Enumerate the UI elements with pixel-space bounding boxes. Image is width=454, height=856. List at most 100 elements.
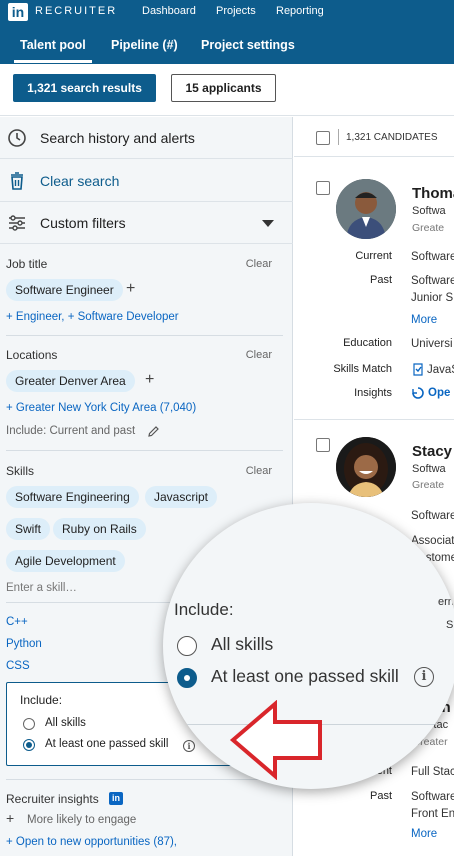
job-title-heading: Job title	[6, 257, 48, 271]
skills-clear[interactable]: Clear	[246, 465, 272, 477]
candidate-name[interactable]: Stacy	[412, 443, 452, 460]
magnified-info-icon[interactable]: i	[414, 667, 434, 687]
divider	[294, 419, 454, 420]
include-label: Include:	[20, 693, 63, 707]
linkedin-logo-icon[interactable]: in	[8, 3, 28, 21]
field-value: Software	[411, 791, 454, 803]
recruiter-screen: in RECRUITER Dashboard Projects Reportin…	[0, 0, 454, 856]
skill-pill[interactable]: Ruby on Rails	[53, 518, 146, 540]
tab-project-settings[interactable]: Project settings	[201, 38, 295, 52]
applicants-button[interactable]: 15 applicants	[171, 74, 276, 102]
field-value: Full Stac	[411, 766, 454, 778]
field-value: Junior S	[411, 292, 454, 304]
candidate-title: Softwa	[412, 205, 446, 217]
insight-value[interactable]: Ope	[428, 387, 450, 399]
skill-pill[interactable]: Software Engineering	[6, 486, 139, 508]
field-label: Skills Match	[333, 363, 392, 375]
field-value: Software	[411, 510, 454, 522]
avatar-photo	[336, 437, 396, 497]
caret-down-icon[interactable]	[262, 220, 274, 228]
magnified-partial-text: S	[446, 619, 454, 631]
tab-pipeline[interactable]: Pipeline (#)	[111, 38, 178, 52]
job-title-suggestions[interactable]: + Engineer, + Software Developer	[6, 311, 179, 323]
candidate-checkbox[interactable]	[316, 181, 330, 195]
divider	[338, 129, 339, 145]
results-bar: 1,321 search results 15 applicants	[0, 64, 454, 116]
magnified-all-skills[interactable]: All skills	[211, 634, 273, 655]
magnified-partial-text: u	[444, 543, 451, 555]
tab-talent-pool[interactable]: Talent pool	[20, 38, 86, 52]
skill-suggestion[interactable]: CSS	[6, 660, 30, 672]
job-title-clear[interactable]: Clear	[246, 258, 272, 270]
skill-pill[interactable]: Agile Development	[6, 550, 125, 572]
candidate-title: Softwa	[412, 463, 446, 475]
search-history-row[interactable]: Search history and alerts	[0, 117, 293, 159]
field-label: Insights	[354, 387, 392, 399]
at-least-one-label[interactable]: At least one passed skill	[45, 738, 168, 750]
radio-all-skills[interactable]	[23, 718, 35, 730]
candidate-count: 1,321 CANDIDATES	[346, 132, 438, 143]
clear-search-row[interactable]: Clear search	[0, 160, 293, 202]
job-title-pill[interactable]: Software Engineer	[6, 279, 123, 301]
field-value: Front En	[411, 808, 454, 820]
avatar[interactable]	[336, 437, 396, 497]
pencil-icon[interactable]	[147, 425, 160, 438]
candidate-location: Greate	[412, 222, 445, 234]
divider	[6, 335, 283, 336]
field-label: Past	[369, 790, 392, 802]
more-link[interactable]: More	[411, 314, 437, 326]
location-include-text[interactable]: Include: Current and past	[6, 425, 135, 437]
search-results-button[interactable]: 1,321 search results	[13, 74, 156, 102]
active-tab-indicator	[14, 60, 92, 63]
add-location-icon[interactable]: +	[145, 371, 154, 389]
top-bar: in RECRUITER Dashboard Projects Reportin…	[0, 0, 454, 64]
magnified-radio-all-skills[interactable]	[177, 636, 197, 656]
more-link[interactable]: More	[411, 828, 437, 840]
candidate-location: Greate	[412, 479, 445, 491]
verified-skill-icon	[413, 363, 423, 376]
divider	[6, 450, 283, 451]
custom-filters-row[interactable]: Custom filters	[0, 202, 293, 244]
select-all-checkbox[interactable]	[316, 131, 330, 145]
locations-heading: Locations	[6, 348, 58, 362]
locations-clear[interactable]: Clear	[246, 349, 272, 361]
nav-reporting[interactable]: Reporting	[276, 5, 324, 17]
magnified-at-least-one[interactable]: At least one passed skill	[211, 666, 399, 687]
nav-dashboard[interactable]: Dashboard	[142, 5, 196, 17]
magnified-radio-at-least-one[interactable]	[177, 668, 197, 688]
field-value: Software	[411, 275, 454, 287]
add-job-title-icon[interactable]: +	[126, 280, 135, 298]
info-icon[interactable]: i	[183, 740, 195, 752]
magnified-include-label: Include:	[174, 600, 234, 619]
location-pill[interactable]: Greater Denver Area	[6, 370, 135, 392]
linkedin-badge-icon: in	[109, 792, 123, 805]
insight-icon	[412, 387, 424, 399]
field-value: JavaS	[427, 364, 454, 376]
open-to-opportunities[interactable]: + Open to new opportunities (87),	[6, 836, 177, 848]
search-history-label: Search history and alerts	[40, 130, 195, 146]
nav-projects[interactable]: Projects	[216, 5, 256, 17]
candidate-checkbox[interactable]	[316, 438, 330, 452]
skill-pill[interactable]: Javascript	[145, 486, 218, 508]
field-label: Past	[369, 274, 392, 286]
location-suggestion[interactable]: + Greater New York City Area (7,040)	[6, 402, 196, 414]
clock-icon	[8, 129, 26, 147]
clear-search-label: Clear search	[40, 173, 120, 189]
candidate-name[interactable]: Thoma	[412, 185, 454, 202]
sliders-icon	[9, 215, 25, 231]
pointer-arrow	[229, 700, 322, 780]
radio-at-least-one[interactable]	[23, 739, 35, 751]
avatar[interactable]	[336, 179, 396, 239]
skill-suggestion[interactable]: Python	[6, 638, 42, 650]
more-likely-to-engage[interactable]: More likely to engage	[27, 814, 136, 826]
skill-suggestion[interactable]: C++	[6, 616, 28, 628]
skills-heading: Skills	[6, 464, 35, 478]
candidate-list-header: 1,321 CANDIDATES	[294, 117, 454, 157]
skill-pill[interactable]: Swift	[6, 518, 51, 540]
field-value: Universi	[411, 338, 453, 350]
all-skills-label[interactable]: All skills	[45, 717, 86, 729]
add-insight-icon[interactable]: +	[6, 810, 14, 826]
skill-input[interactable]: Enter a skill…	[6, 582, 77, 594]
product-name: RECRUITER	[35, 5, 118, 17]
field-label: Current	[355, 250, 392, 262]
